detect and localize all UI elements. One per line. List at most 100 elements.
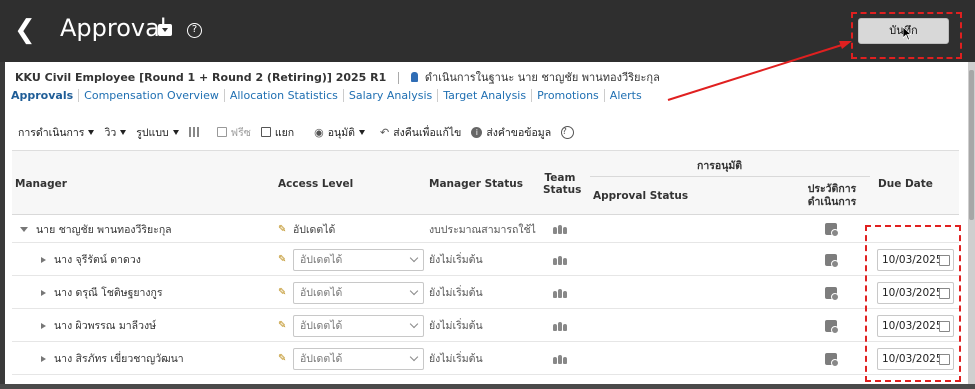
pencil-icon: ✎ [278,254,287,265]
scrollbar-thumb[interactable] [969,70,974,220]
team-status-cell [553,309,567,342]
access-level-value: อัปเดตได้ [300,254,343,266]
history-icon[interactable] [825,253,839,268]
chevron-down-icon [409,286,419,296]
manager-name: นาง ผิวพรรณ มาลีวงษ์ [54,320,157,332]
columns-icon [188,127,199,137]
return-for-correction-button[interactable]: ↶ ส่งคืนเพื่อแก้ไข [380,124,461,141]
return-label: ส่งคืนเพื่อแก้ไข [393,126,462,139]
manager-cell: นาง จุรีรัตน์ ดาดวง [41,243,141,276]
col-group-approval: การอนุมัติ [697,160,743,172]
back-icon[interactable]: ❮ [14,16,36,46]
access-level-select[interactable]: อัปเดตได้ [293,248,424,271]
col-manager-status[interactable]: Manager Status [429,178,523,190]
tab-salary-analysis[interactable]: Salary Analysis [342,89,437,102]
col-access-level[interactable]: Access Level [278,178,353,190]
table-row[interactable]: นาง สิรภัทร เขี่ยวชาญวัฒนา ✎ อัปเดตได้ ยั… [12,342,959,375]
history-icon[interactable] [825,286,839,301]
col-approval-status[interactable]: Approval Status [593,190,688,202]
tab-approvals[interactable]: Approvals [11,89,78,102]
expand-icon[interactable] [41,355,46,362]
tab-alerts[interactable]: Alerts [603,89,647,102]
manager-name: นาง สิรภัทร เขี่ยวชาญวัฒนา [54,353,184,365]
tab-promotions[interactable]: Promotions [531,89,604,102]
approve-icon: ◉ [314,125,324,139]
approve-menu[interactable]: ◉ อนุมัติ [314,124,365,141]
freeze-button[interactable]: ฟรีซ [216,124,251,141]
action-history-cell [825,215,839,243]
col-team-status[interactable]: Team Status [543,172,581,196]
view-menu[interactable]: วิว [104,124,127,141]
tab-allocation-statistics[interactable]: Allocation Statistics [223,89,343,102]
table-header: Manager Access Level Manager Status Team… [12,151,959,215]
format-menu[interactable]: รูปแบบ [136,124,179,141]
tab-target-analysis[interactable]: Target Analysis [437,89,531,102]
divider [398,72,400,84]
manager-status-cell: ยังไม่เริ่มต้น [429,287,483,299]
toolbar: การดำเนินการ วิว รูปแบบ ฟรีซ แยก ◉ อนุมัต… [18,124,584,140]
app-header: ❮ Approval ? บันทึก [0,0,975,62]
detach-icon [260,127,271,137]
context-bar: KKU Civil Employee [Round 1 + Round 2 (R… [15,68,660,86]
manager-status-cell: ยังไม่เริ่มต้น [429,320,483,332]
col-manager[interactable]: Manager [15,178,67,190]
chevron-down-icon [409,352,419,362]
history-icon[interactable] [825,223,839,237]
format-label: รูปแบบ [136,126,169,139]
team-icon[interactable] [553,288,567,298]
view-label: วิว [104,126,117,139]
actions-menu[interactable]: การดำเนินการ [18,124,95,141]
access-level-select[interactable]: อัปเดตได้ [293,281,424,304]
title-menu-icon[interactable] [158,24,172,36]
access-level-value: อัปเดตได้ [293,223,336,236]
columns-button[interactable] [188,127,203,137]
chevron-down-icon [409,319,419,329]
freeze-icon [216,127,227,137]
due-date-highlight-box [865,225,961,382]
manager-cell: นาง ดรุณี โชติษฐยางกูร [41,276,163,309]
access-level-select[interactable]: อัปเดตได้ [293,314,424,337]
history-icon[interactable] [825,319,839,334]
access-level-select[interactable]: อัปเดตได้ [293,347,424,370]
request-info-label: ส่งคำขอข้อมูล [486,126,552,139]
expand-icon[interactable] [41,256,46,263]
toolbar-help-icon[interactable]: ? [561,125,575,139]
expand-icon[interactable] [41,289,46,296]
detach-button[interactable]: แยก [260,124,295,141]
col-due-date[interactable]: Due Date [878,178,933,190]
team-status-cell [553,243,567,276]
table-row[interactable]: นาง ดรุณี โชติษฐยางกูร ✎ อัปเดตได้ ยังไม่… [12,276,959,309]
expand-icon[interactable] [41,322,46,329]
chevron-down-icon [358,129,365,135]
team-icon[interactable] [553,255,567,265]
access-level-value: อัปเดตได้ [300,320,343,332]
bottom-edge [0,384,975,389]
col-action-history[interactable]: ประวัติการดำเนินการ [802,183,862,209]
acting-as-text: ดำเนินการในฐานะ นาย ชาญชัย พานทองวีริยะก… [424,71,660,84]
actions-label: การดำเนินการ [18,126,85,139]
team-icon[interactable] [553,224,567,234]
table-row[interactable]: นาง จุรีรัตน์ ดาดวง ✎ อัปเดตได้ ยังไม่เริ… [12,243,959,276]
access-level-cell: ✎ อัปเดตได้ [278,215,335,243]
request-info-button[interactable]: i ส่งคำขอข้อมูล [471,124,551,141]
main-content: KKU Civil Employee [Round 1 + Round 2 (R… [5,62,968,384]
tab-compensation-overview[interactable]: Compensation Overview [78,89,224,102]
table-row[interactable]: นาง ผิวพรรณ มาลีวงษ์ ✎ อัปเดตได้ ยังไม่เร… [12,309,959,342]
manager-status-cell: งบประมาณสามารถใช้ไ [429,223,536,236]
access-level-cell: ✎ อัปเดตได้ [278,243,424,276]
table-row[interactable]: นาย ชาญชัย พานทองวีริยะกุล ✎ อัปเดตได้ งบ… [12,215,959,243]
pencil-icon: ✎ [278,353,287,364]
access-level-value: อัปเดตได้ [300,353,343,365]
history-icon[interactable] [825,352,839,367]
team-status-cell [553,215,567,243]
access-level-value: อัปเดตได้ [300,287,343,299]
detach-label: แยก [274,126,295,139]
team-icon[interactable] [553,321,567,331]
manager-cell: นาย ชาญชัย พานทองวีริยะกุล [20,215,172,243]
collapse-icon[interactable] [20,226,28,232]
team-icon[interactable] [553,354,567,364]
help-icon[interactable]: ? [187,23,202,38]
return-icon: ↶ [379,125,390,139]
action-history-cell [825,309,839,342]
team-status-cell [553,342,567,375]
